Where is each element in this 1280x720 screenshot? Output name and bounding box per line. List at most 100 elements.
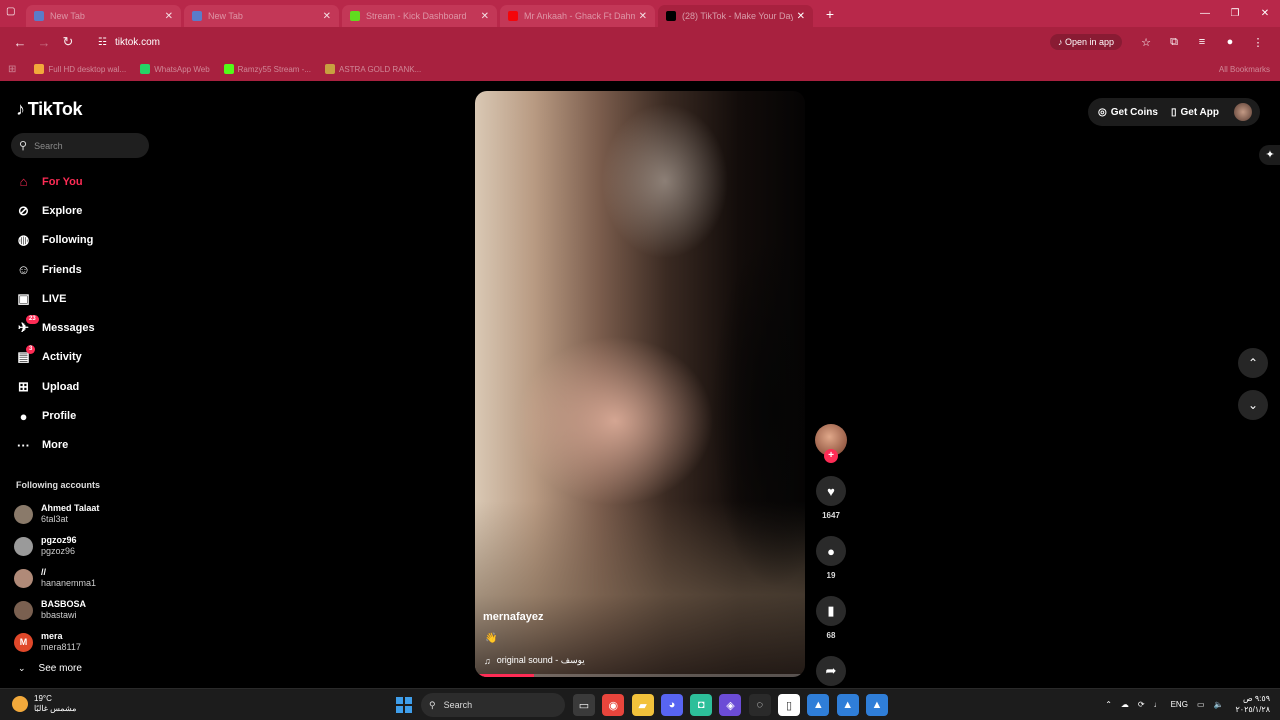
media-icon[interactable]: ≡ — [1188, 36, 1216, 48]
comment-icon[interactable]: ● — [816, 536, 846, 566]
tray-chevron-icon[interactable]: ⌃ — [1105, 700, 1112, 709]
clock[interactable]: ٩:٥٩ ص ٢٠٢٥/١/٢٨ — [1235, 693, 1270, 715]
video-player[interactable]: mernafayez 👋 ♫ original sound - يوسف — [475, 91, 805, 677]
share-icon[interactable]: ➦ — [816, 656, 846, 686]
sidebar-item-upload[interactable]: ⊞ Upload — [14, 372, 164, 401]
sidebar-item-more[interactable]: ··· More — [14, 431, 164, 460]
sidebar-item-following[interactable]: ◍ Following — [14, 226, 164, 255]
video-author[interactable]: mernafayez — [483, 611, 544, 623]
app-icon[interactable]: ◘ — [690, 694, 713, 716]
search-input[interactable]: ⚲ Search — [11, 133, 149, 158]
browser-menu-icon[interactable]: ⋮ — [1244, 36, 1272, 49]
following-accounts-title: Following accounts — [16, 480, 101, 490]
follow-plus-icon[interactable]: + — [824, 449, 838, 463]
comment-action[interactable]: ● 19 — [815, 536, 847, 580]
task-view-icon[interactable]: ▭ — [573, 694, 595, 716]
all-bookmarks-button[interactable]: All Bookmarks — [1219, 65, 1270, 74]
tab-close-icon[interactable]: ✕ — [797, 11, 805, 22]
following-account-item[interactable]: pgzoz96 pgzoz96 — [14, 530, 164, 562]
sidebar-item-profile[interactable]: ● Profile — [14, 401, 164, 430]
account-handle: pgzoz96 — [41, 546, 76, 556]
app4-icon[interactable]: ▲ — [836, 694, 859, 716]
video-description: 👋 — [485, 633, 498, 644]
friends-icon: ☺ — [16, 262, 31, 278]
sidebar-item-activity[interactable]: ▤ 3 Activity — [14, 343, 164, 372]
next-video-button[interactable]: ⌄ — [1238, 390, 1268, 420]
app3-icon[interactable]: ▲ — [807, 694, 830, 716]
weather-widget[interactable]: 19°C مشمس غالبًا — [12, 694, 76, 714]
browser-tab[interactable]: Mr Ankaah - Ghack Ft Dahme C... ✕ — [500, 5, 655, 27]
browser-tab[interactable]: Stream - Kick Dashboard ✕ — [342, 5, 497, 27]
file-explorer-icon[interactable]: ▰ — [631, 694, 654, 716]
profile-icon[interactable]: ● — [1216, 36, 1244, 48]
bookmark-icon[interactable]: ▮ — [816, 596, 846, 626]
get-coins-button[interactable]: ◎ Get Coins — [1098, 107, 1158, 118]
browser-tab[interactable]: New Tab ✕ — [184, 5, 339, 27]
bookmark-item[interactable]: Ramzy55 Stream -... — [223, 64, 311, 74]
restore-button[interactable]: ❐ — [1220, 0, 1250, 27]
close-window-button[interactable]: ✕ — [1250, 0, 1280, 27]
app5-icon[interactable]: ▲ — [865, 694, 888, 716]
mic-icon[interactable]: ♩ — [1154, 700, 1162, 709]
sparkle-icon[interactable]: ✦ — [1259, 145, 1280, 165]
display-icon[interactable]: ▭ — [1197, 700, 1205, 709]
notepad-icon[interactable]: ▯ — [778, 694, 801, 716]
creator-avatar[interactable]: + — [815, 424, 847, 463]
taskbar-search[interactable]: ⚲ Search — [421, 693, 565, 717]
following-account-item[interactable]: Mmera mera8117 — [14, 626, 164, 658]
bookmark-item[interactable]: WhatsApp Web — [140, 64, 210, 74]
minimize-button[interactable]: — — [1190, 0, 1220, 27]
extensions-icon[interactable]: ⧉ — [1160, 36, 1188, 49]
tiktok-logo[interactable]: ♪ TikTok — [16, 99, 83, 120]
tab-search-icon[interactable]: ▢ — [6, 6, 20, 20]
heart-icon[interactable]: ♥ — [816, 476, 846, 506]
sidebar-item-live[interactable]: ▣ LIVE — [14, 284, 164, 313]
back-button[interactable]: ← — [8, 35, 32, 50]
bookmark-star-icon[interactable]: ☆ — [1132, 36, 1160, 49]
sidebar-item-messages[interactable]: ✈ 23 Messages — [14, 313, 164, 342]
browser-tab[interactable]: New Tab ✕ — [26, 5, 181, 27]
browser-tab[interactable]: (28) TikTok - Make Your Day ✕ — [658, 5, 813, 27]
new-tab-button[interactable]: + — [820, 5, 840, 25]
following-accounts-list: Ahmed Talaat 6tal3at pgzoz96 pgzoz96//hanan… — [14, 498, 164, 658]
language-indicator[interactable]: ENG — [1171, 700, 1188, 709]
discord-icon[interactable]: ◕ — [660, 694, 683, 716]
get-app-button[interactable]: ▯ Get App — [1171, 107, 1219, 118]
video-sound[interactable]: ♫ original sound - يوسف — [484, 655, 585, 666]
steam-icon[interactable]: ◌ — [748, 694, 771, 716]
bookmark-item[interactable]: ASTRA GOLD RANK... — [325, 64, 421, 74]
video-progress-bar[interactable] — [475, 674, 805, 677]
site-info-icon[interactable]: ☷ — [98, 37, 107, 48]
open-in-app-button[interactable]: ♪ Open in app — [1049, 34, 1122, 50]
start-button[interactable] — [396, 697, 412, 713]
save-action[interactable]: ▮ 68 — [815, 596, 847, 640]
sidebar-item-label: Explore — [42, 204, 83, 217]
tab-close-icon[interactable]: ✕ — [481, 11, 489, 22]
url-field[interactable]: ☷ tiktok.com — [86, 30, 1050, 54]
following-account-item[interactable]: BASBOSA bbastawi — [14, 594, 164, 626]
bookmark-item[interactable]: Full HD desktop wal... — [34, 64, 126, 74]
see-more-button[interactable]: ⌄ See more — [18, 663, 82, 674]
volume-icon[interactable]: 🔈 — [1214, 700, 1224, 709]
chrome-icon[interactable]: ◉ — [602, 694, 625, 716]
forward-button[interactable]: → — [32, 35, 56, 50]
cloud-icon[interactable]: ☁ — [1121, 700, 1129, 709]
like-action[interactable]: ♥ 1647 — [815, 476, 847, 520]
sidebar-item-for-you[interactable]: ⌂ For You — [14, 167, 164, 196]
apps-grid-icon[interactable]: ⊞ — [8, 64, 16, 75]
sidebar-item-friends[interactable]: ☺ Friends — [14, 255, 164, 284]
sidebar-item-explore[interactable]: ⊘ Explore — [14, 196, 164, 225]
app2-icon[interactable]: ◈ — [719, 694, 742, 716]
get-app-label: Get App — [1180, 106, 1219, 118]
tab-close-icon[interactable]: ✕ — [165, 11, 173, 22]
reload-button[interactable]: ↻ — [56, 34, 80, 50]
user-avatar[interactable] — [1234, 103, 1252, 121]
video-progress-fill — [475, 674, 535, 677]
tab-close-icon[interactable]: ✕ — [323, 11, 331, 22]
search-placeholder: Search — [34, 140, 63, 151]
following-account-item[interactable]: //hananemma1 — [14, 562, 164, 594]
tab-close-icon[interactable]: ✕ — [639, 11, 647, 22]
previous-video-button[interactable]: ⌃ — [1238, 348, 1268, 378]
sync-icon[interactable]: ⟳ — [1138, 700, 1145, 709]
following-account-item[interactable]: Ahmed Talaat 6tal3at — [14, 498, 164, 530]
